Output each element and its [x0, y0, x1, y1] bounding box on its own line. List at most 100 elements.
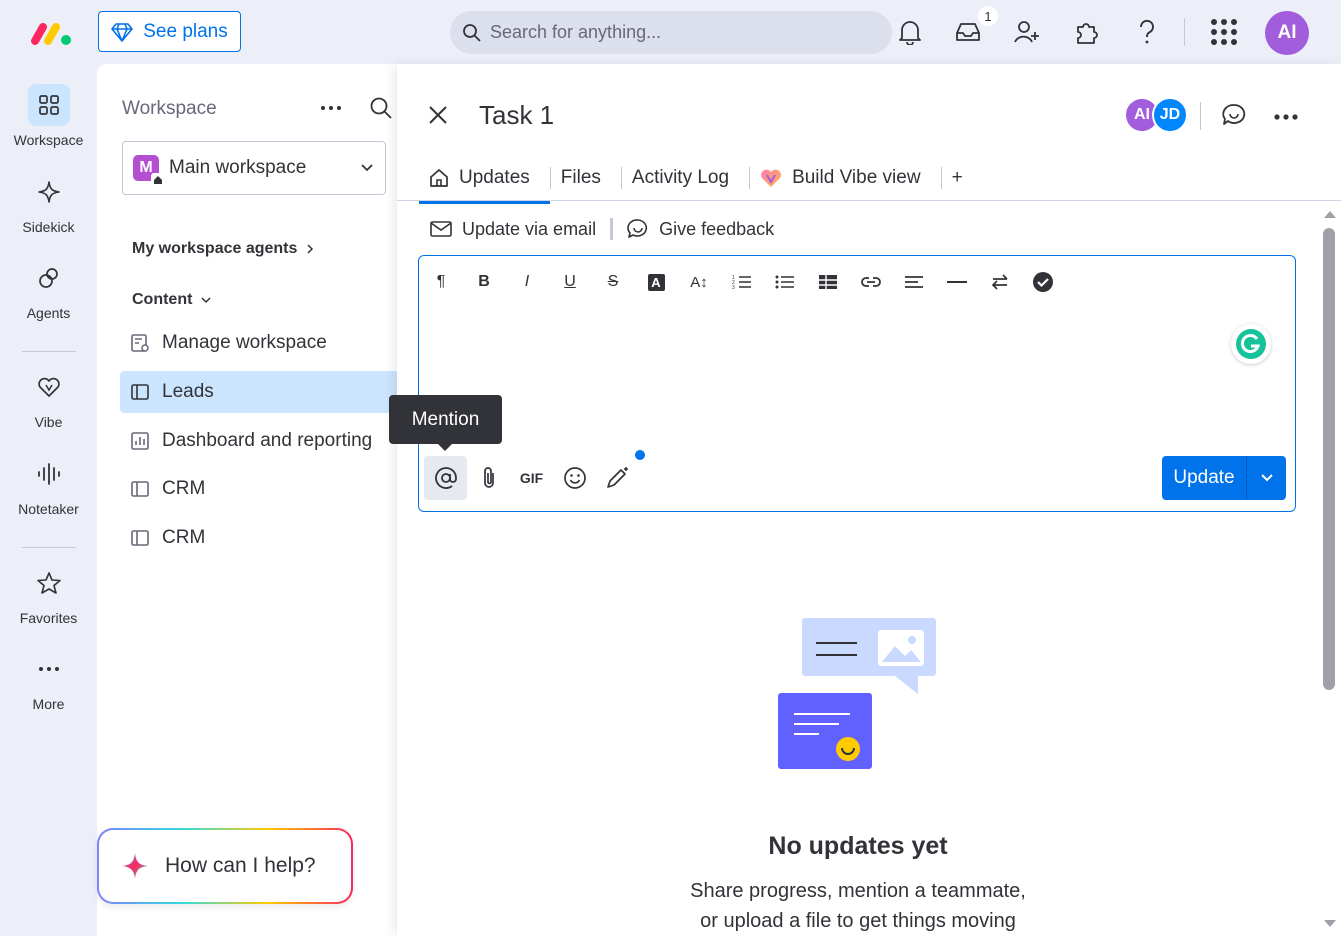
divider-button[interactable] [945, 268, 969, 296]
feedback-chat-button[interactable] [1221, 102, 1247, 133]
emoji-button[interactable] [553, 456, 596, 500]
rail-label: Notetaker [18, 501, 79, 517]
vibe-heart-icon [761, 169, 781, 187]
numbered-list-button[interactable]: 123 [730, 268, 754, 296]
see-plans-button[interactable]: See plans [98, 11, 241, 52]
mention-tooltip: Mention [389, 395, 502, 451]
tab-files[interactable]: Files [551, 154, 621, 202]
rail-item-agents[interactable]: Agents [0, 257, 97, 321]
help-button[interactable] [1132, 16, 1162, 48]
rail-item-notetaker[interactable]: Notetaker [0, 453, 97, 517]
scrollbar-thumb[interactable] [1323, 228, 1335, 690]
add-view-button[interactable]: + [942, 154, 973, 202]
ai-help-button[interactable]: How can I help? [97, 828, 353, 904]
bold-icon: B [478, 273, 490, 290]
invite-members-button[interactable] [1012, 16, 1042, 48]
update-editor[interactable]: ¶ B I U S A A↕ 123 GIF Update [418, 255, 1296, 512]
rail-item-sidekick[interactable]: Sidekick [0, 171, 97, 235]
workspace-options-button[interactable] [319, 96, 343, 125]
attach-file-button[interactable] [467, 456, 510, 500]
mention-button[interactable] [424, 456, 467, 500]
workspace-selector[interactable]: M Main workspace [122, 141, 386, 195]
update-button[interactable]: Update [1162, 456, 1286, 500]
home-icon [151, 173, 165, 187]
content-label: Content [132, 291, 193, 308]
waveform-icon [28, 453, 70, 495]
dashboard-icon [131, 432, 149, 450]
rail-item-more[interactable]: More [0, 648, 97, 712]
sidebar-item-label: Leads [162, 381, 214, 402]
sidebar-item-dashboard[interactable]: Dashboard and reporting [120, 420, 397, 462]
underline-button[interactable]: U [558, 268, 582, 296]
more-dots-icon [28, 648, 70, 690]
tab-updates[interactable]: Updates [419, 154, 550, 204]
board-icon [131, 481, 149, 497]
update-via-email-link[interactable]: Update via email [462, 219, 596, 240]
sidebar-item-leads[interactable]: Leads [120, 371, 397, 413]
item-title[interactable]: Task 1 [479, 100, 554, 131]
close-icon [429, 106, 447, 124]
panel-options-button[interactable] [1273, 108, 1299, 126]
paragraph-button[interactable]: ¶ [429, 268, 453, 296]
table-button[interactable] [816, 268, 840, 296]
sidebar-item-crm[interactable]: CRM [120, 468, 397, 510]
close-panel-button[interactable] [427, 104, 449, 131]
tab-label: Build Vibe view [792, 167, 921, 188]
italic-button[interactable]: I [515, 268, 539, 296]
grammarly-button[interactable] [1231, 324, 1271, 364]
direction-button[interactable] [988, 268, 1012, 296]
link-button[interactable] [859, 268, 883, 296]
align-button[interactable] [902, 268, 926, 296]
magic-pen-icon [606, 467, 628, 488]
apps-button[interactable] [1072, 16, 1102, 48]
table-icon [819, 275, 837, 289]
empty-state-line: or upload a file to get things moving [700, 910, 1016, 932]
notifications-button[interactable] [895, 16, 925, 48]
subscribers-avatars[interactable]: AI JD [1124, 97, 1190, 135]
gif-button[interactable]: GIF [510, 456, 553, 500]
update-actions: Update via email Give feedback [430, 214, 774, 244]
mail-icon [430, 221, 452, 237]
update-options-button[interactable] [1247, 472, 1286, 484]
align-left-icon [905, 276, 923, 288]
add-user-icon [1014, 21, 1039, 43]
sidebar-item-crm[interactable]: CRM [120, 517, 397, 559]
bullet-list-icon [775, 275, 794, 289]
ai-write-button[interactable] [596, 456, 639, 500]
rail-item-workspace[interactable]: Workspace [0, 84, 97, 148]
ai-help-label: How can I help? [165, 854, 316, 877]
chevron-down-icon [201, 297, 211, 304]
give-feedback-link[interactable]: Give feedback [659, 219, 774, 240]
search-input[interactable]: Search for anything... [450, 11, 892, 54]
underline-icon: U [564, 273, 576, 290]
font-size-button[interactable]: A↕ [687, 268, 711, 296]
product-switcher-button[interactable] [1209, 16, 1239, 48]
agents-icon [28, 257, 70, 299]
sidebar-item-manage-workspace[interactable]: Manage workspace [120, 322, 397, 364]
paperclip-icon [483, 467, 494, 488]
workspace-agents-link[interactable]: My workspace agents [132, 240, 315, 258]
monday-logo[interactable] [30, 18, 74, 46]
rail-item-favorites[interactable]: Favorites [0, 562, 97, 626]
rail-item-vibe[interactable]: Vibe [0, 366, 97, 430]
sidebar-item-label: CRM [162, 478, 206, 499]
tab-activity-log[interactable]: Activity Log [622, 154, 749, 202]
text-color-button[interactable]: A [644, 268, 668, 296]
panel-scrollbar[interactable] [1321, 206, 1339, 936]
tab-build-vibe-view[interactable]: Build Vibe view [750, 154, 941, 202]
inbox-icon [956, 23, 980, 41]
workspace-search-button[interactable] [369, 96, 393, 125]
grid-dots-icon [1211, 19, 1237, 45]
svg-text:3: 3 [732, 285, 735, 290]
sidebar-item-label: CRM [162, 527, 206, 548]
strikethrough-button[interactable]: S [601, 268, 625, 296]
chevron-down-icon [1260, 474, 1273, 482]
checklist-button[interactable] [1031, 268, 1055, 296]
user-avatar[interactable]: AI [1265, 11, 1309, 55]
bold-button[interactable]: B [472, 268, 496, 296]
content-section-toggle[interactable]: Content [132, 291, 212, 309]
bullet-list-button[interactable] [773, 268, 797, 296]
chat-icon [1222, 104, 1246, 125]
left-rail: Workspace Sidekick Agents Vibe Notetaker… [0, 64, 97, 936]
actions-divider [610, 218, 614, 240]
